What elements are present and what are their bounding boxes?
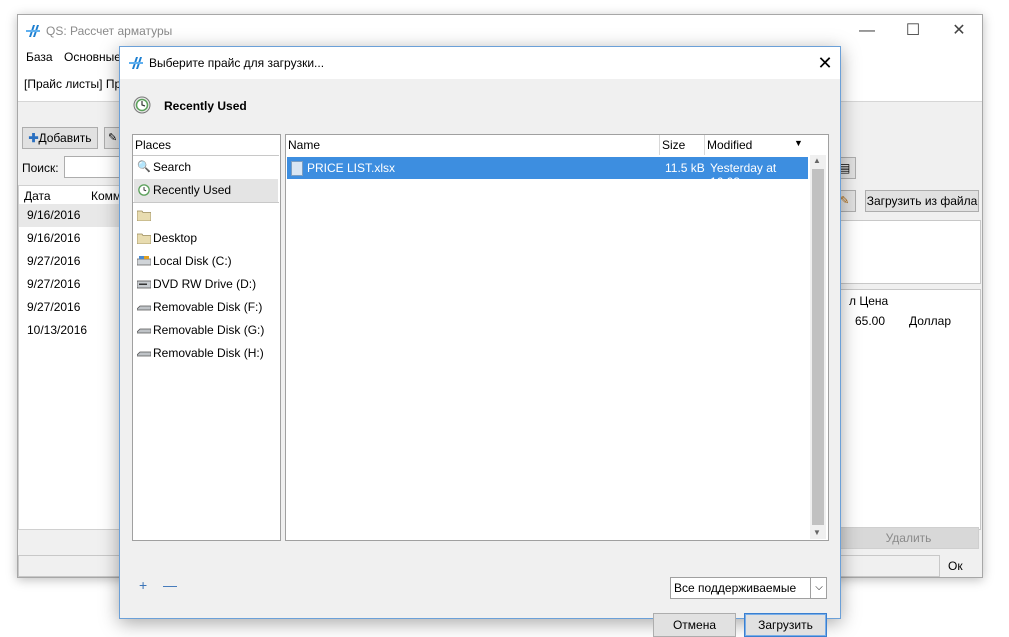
price-value: 65.00 <box>855 314 886 328</box>
dialog-close-button[interactable]: ✕ <box>810 47 840 79</box>
list-item[interactable]: 9/16/2016 <box>19 204 122 227</box>
list-item-date: 9/27/2016 <box>27 254 81 268</box>
list-item-date: 9/16/2016 <box>27 231 81 245</box>
file-chooser-dialog: Выберите прайс для загрузки... ✕ Recentl… <box>119 46 841 637</box>
delete-button[interactable]: Удалить <box>838 527 979 549</box>
place-desktop[interactable]: Desktop <box>134 227 278 250</box>
column-header-comment[interactable]: Комм <box>91 189 121 203</box>
breadcrumb: [Прайс листы] Пр <box>24 77 122 91</box>
place-label: Removable Disk (H:) <box>153 346 264 360</box>
place-label: DVD RW Drive (D:) <box>153 277 257 291</box>
pencil-icon: ✎ <box>108 132 118 144</box>
place-removable-h[interactable]: Removable Disk (H:) <box>134 342 278 365</box>
divider <box>133 202 279 203</box>
search-icon: 🔍 <box>137 161 151 173</box>
vertical-scrollbar[interactable]: ▲ ▼ <box>810 155 826 539</box>
place-local-disk-c[interactable]: Local Disk (C:) <box>134 250 278 273</box>
window-title: QS: Рассчет арматуры <box>46 24 173 38</box>
list-item[interactable]: 9/27/2016 <box>19 296 122 319</box>
file-modified: Yesterday at 16:03 <box>710 161 777 189</box>
column-header-date[interactable]: Дата <box>24 189 51 203</box>
files-panel: Name Size Modified ▼ PRICE LIST.xlsx 11.… <box>285 134 829 541</box>
dialog-titlebar: Выберите прайс для загрузки... ✕ <box>120 47 840 79</box>
add-button[interactable]: ✚Добавить <box>22 127 98 149</box>
place-dvd-drive-d[interactable]: DVD RW Drive (D:) <box>134 273 278 296</box>
place-home-folder[interactable] <box>134 204 278 227</box>
plus-icon: ✚ <box>28 131 39 145</box>
column-header-size[interactable]: Size <box>662 138 685 152</box>
place-label: Search <box>153 160 192 174</box>
recent-icon <box>138 184 150 196</box>
column-header-price[interactable]: л Цена <box>849 294 888 308</box>
column-header-name[interactable]: Name <box>288 138 320 152</box>
menu-osnovnye[interactable]: Основные <box>64 50 121 64</box>
column-header-modified[interactable]: Modified <box>707 138 752 152</box>
currency-value: Доллар <box>909 314 952 328</box>
place-label: Local Disk (C:) <box>153 254 232 268</box>
folder-icon <box>137 210 151 221</box>
removable-drive-icon <box>137 305 151 311</box>
chevron-down-icon[interactable]: ⌵ <box>810 578 827 598</box>
date-list: Дата Комм 9/16/2016 9/16/2016 9/27/2016 … <box>18 185 124 530</box>
app-logo-icon <box>129 57 143 69</box>
optical-drive-icon <box>137 280 151 289</box>
load-button[interactable]: Загрузить <box>744 613 827 637</box>
price-table: л Цена 65.00 Доллар <box>838 289 981 530</box>
app-logo-icon <box>26 25 40 37</box>
scroll-down-icon[interactable]: ▼ <box>813 528 821 537</box>
list-item[interactable]: 10/13/2016 <box>19 319 122 342</box>
removable-drive-icon <box>137 328 151 334</box>
minimize-button[interactable]: — <box>844 15 890 47</box>
comment-textarea[interactable] <box>838 220 981 284</box>
load-from-file-button[interactable]: Загрузить из файла <box>865 190 979 212</box>
search-input[interactable] <box>64 156 126 178</box>
file-type-filter-select[interactable]: Все поддерживаемые ⌵ <box>670 577 827 599</box>
pencil-icon: ✎ <box>840 195 850 207</box>
menu-baza[interactable]: База <box>26 50 53 64</box>
place-recently-used[interactable]: Recently Used <box>134 179 278 202</box>
list-item[interactable]: 9/27/2016 <box>19 250 122 273</box>
places-header: Places <box>135 138 172 152</box>
column-separator[interactable] <box>704 135 705 155</box>
removable-drive-icon <box>137 351 151 357</box>
place-label: Recently Used <box>153 183 232 197</box>
filter-value: Все поддерживаемые <box>674 581 797 595</box>
place-removable-g[interactable]: Removable Disk (G:) <box>134 319 278 342</box>
column-separator[interactable] <box>659 135 660 155</box>
main-titlebar: QS: Рассчет арматуры — ☐ ✕ <box>18 15 982 47</box>
dialog-title: Выберите прайс для загрузки... <box>149 56 325 70</box>
place-removable-f[interactable]: Removable Disk (F:) <box>134 296 278 319</box>
drive-icon <box>137 256 151 266</box>
place-label: Removable Disk (F:) <box>153 300 263 314</box>
list-item-date: 9/27/2016 <box>27 277 81 291</box>
close-button[interactable]: ✕ <box>936 15 982 47</box>
file-size: 11.5 kB <box>665 161 705 175</box>
places-panel: Places 🔍 Search Recently Used Desktop Lo… <box>132 134 281 541</box>
search-label: Поиск: <box>22 161 59 175</box>
file-name: PRICE LIST.xlsx <box>307 161 396 175</box>
file-row[interactable]: PRICE LIST.xlsx 11.5 kB Yesterday at 16:… <box>287 157 808 189</box>
place-label: Removable Disk (G:) <box>153 323 265 337</box>
ok-label[interactable]: Ок <box>948 559 963 573</box>
list-item-date: 10/13/2016 <box>27 323 88 337</box>
scroll-thumb[interactable] <box>812 169 824 525</box>
location-label[interactable]: Recently Used <box>164 99 247 113</box>
scroll-up-icon[interactable]: ▲ <box>813 156 821 165</box>
list-item[interactable]: 9/27/2016 <box>19 273 122 296</box>
place-search[interactable]: 🔍 Search <box>134 156 278 179</box>
add-button-label: Добавить <box>38 131 92 145</box>
spreadsheet-file-icon <box>291 161 303 176</box>
recent-icon <box>133 96 151 114</box>
cancel-button[interactable]: Отмена <box>653 613 736 637</box>
list-item-date: 9/27/2016 <box>27 300 81 314</box>
list-item[interactable]: 9/16/2016 <box>19 227 122 250</box>
remove-place-button[interactable]: — <box>163 577 177 593</box>
maximize-button[interactable]: ☐ <box>890 15 936 47</box>
add-place-button[interactable]: + <box>139 577 147 593</box>
dialog-body: Recently Used Places 🔍 Search Recently U… <box>120 79 840 637</box>
place-label: Desktop <box>153 231 198 245</box>
folder-icon <box>137 233 151 244</box>
list-item-date: 9/16/2016 <box>27 208 81 222</box>
sort-descending-icon: ▼ <box>794 138 803 148</box>
